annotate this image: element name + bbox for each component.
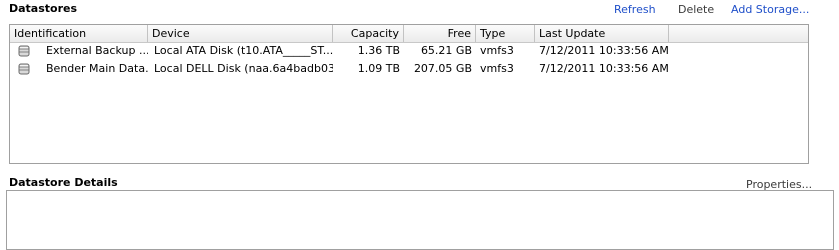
column-header-free[interactable]: Free — [404, 25, 476, 42]
cell-capacity: 1.36 TB — [357, 44, 400, 57]
database-icon — [18, 63, 30, 75]
cell-type: vmfs3 — [480, 62, 514, 75]
cell-free: 65.21 GB — [420, 44, 472, 57]
column-header-empty — [669, 25, 809, 42]
cell-identification: Bender Main Data... — [46, 62, 148, 75]
refresh-link[interactable]: Refresh — [614, 3, 656, 16]
datastores-table: Identification Device Capacity Free Type… — [9, 24, 809, 164]
cell-last-update: 7/12/2011 10:33:56 AM — [539, 62, 669, 75]
table-header: Identification Device Capacity Free Type… — [10, 25, 808, 43]
cell-type: vmfs3 — [480, 44, 514, 57]
cell-last-update: 7/12/2011 10:33:56 AM — [539, 44, 669, 57]
add-storage-link[interactable]: Add Storage... — [731, 3, 809, 16]
column-header-device[interactable]: Device — [148, 25, 333, 42]
database-icon — [18, 45, 30, 57]
column-header-identification[interactable]: Identification — [10, 25, 148, 42]
datastores-title: Datastores — [9, 2, 78, 15]
cell-device: Local ATA Disk (t10.ATA_____ST... — [154, 44, 333, 57]
delete-link[interactable]: Delete — [678, 3, 714, 16]
details-panel — [6, 190, 834, 250]
table-row[interactable]: Bender Main Data... Local DELL Disk (naa… — [10, 61, 808, 77]
cell-capacity: 1.09 TB — [357, 62, 400, 75]
table-row[interactable]: External Backup ... Local ATA Disk (t10.… — [10, 43, 808, 59]
details-title: Datastore Details — [9, 176, 118, 189]
column-header-last-update[interactable]: Last Update — [535, 25, 669, 42]
cell-free: 207.05 GB — [413, 62, 472, 75]
cell-identification: External Backup ... — [46, 44, 148, 57]
datastores-header: Datastores Refresh Delete Add Storage... — [0, 0, 839, 18]
column-header-type[interactable]: Type — [476, 25, 535, 42]
column-header-capacity[interactable]: Capacity — [333, 25, 404, 42]
cell-device: Local DELL Disk (naa.6a4badb03... — [154, 62, 333, 75]
